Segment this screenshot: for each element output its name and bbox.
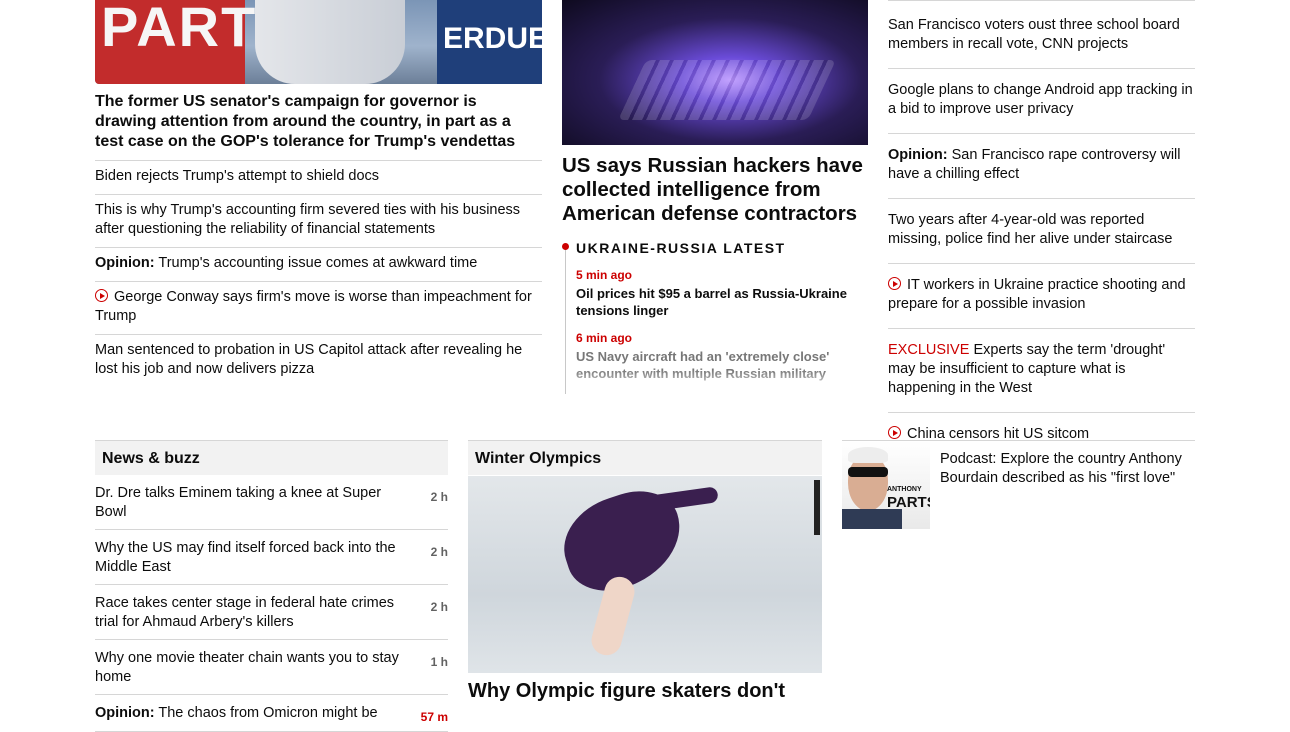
top-stories-column-center: US says Russian hackers have collected i…: [562, 0, 868, 394]
list-item[interactable]: San Francisco voters oust three school b…: [888, 1, 1195, 69]
opinion-label: Opinion:: [95, 705, 155, 721]
list-item[interactable]: Race takes center stage in federal hate …: [95, 585, 448, 640]
list-item[interactable]: Opinion: Trump's accounting issue comes …: [95, 248, 542, 282]
timeline-rail: [565, 248, 566, 394]
timestamp: 2 h: [430, 545, 448, 559]
olympic-headline-link[interactable]: Why Olympic figure skaters don't: [468, 679, 822, 703]
link-text-wrap[interactable]: Opinion: The chaos from Omicron might be: [95, 704, 405, 724]
keyboard-hacker-photo[interactable]: [562, 0, 868, 145]
feature-headline-link[interactable]: The former US senator's campaign for gov…: [95, 92, 542, 161]
timestamp: 2 h: [430, 600, 448, 614]
portrait-hair: [848, 447, 888, 463]
list-item[interactable]: Opinion: San Francisco rape controversy …: [888, 134, 1195, 199]
headline-list: San Francisco voters oust three school b…: [888, 1, 1195, 458]
banner-left-text: PART: [101, 0, 258, 58]
play-video-icon: [888, 277, 901, 290]
exclusive-label: EXCLUSIVE: [888, 342, 970, 358]
portrait-face: [848, 455, 888, 511]
winter-olympics-zone: Winter Olympics Why Olympic figure skate…: [468, 440, 822, 703]
list-item[interactable]: Opinion: The chaos from Omicron might be…: [95, 695, 448, 732]
live-updates-block: UKRAINE-RUSSIA LATEST 5 min ago Oil pric…: [562, 240, 868, 394]
list-item[interactable]: Why one movie theater chain wants you to…: [95, 640, 448, 695]
figure-skater-photo[interactable]: [468, 476, 822, 673]
list-item[interactable]: EXCLUSIVE Experts say the term 'drought'…: [888, 329, 1195, 413]
live-update-item[interactable]: 5 min ago Oil prices hit $95 a barrel as…: [576, 268, 868, 319]
list-item[interactable]: George Conway says firm's move is worse …: [95, 282, 542, 335]
photo-banner-left: PART: [95, 0, 255, 84]
live-updates-scroll[interactable]: 5 min ago Oil prices hit $95 a barrel as…: [576, 256, 868, 394]
banner-right-text: ERDUE: [443, 22, 542, 55]
link-text[interactable]: This is why Trump's accounting firm seve…: [95, 202, 520, 237]
photo-credit: [814, 480, 820, 535]
photo-person: [255, 0, 405, 84]
list-item[interactable]: IT workers in Ukraine practice shooting …: [888, 264, 1195, 329]
link-text[interactable]: Race takes center stage in federal hate …: [95, 594, 405, 632]
timestamp: 57 m: [420, 710, 448, 724]
play-video-icon: [95, 289, 108, 302]
list-item[interactable]: Google plans to change Android app track…: [888, 69, 1195, 134]
zone-title: Winter Olympics: [468, 440, 822, 475]
list-item[interactable]: Biden rejects Trump's attempt to shield …: [95, 161, 542, 195]
update-timestamp: 6 min ago: [576, 331, 633, 345]
update-text[interactable]: Oil prices hit $95 a barrel as Russia-Uk…: [576, 285, 868, 319]
list-item[interactable]: Why the US may find itself forced back i…: [95, 530, 448, 585]
portrait-shirt: [842, 509, 902, 529]
link-text[interactable]: George Conway says firm's move is worse …: [95, 289, 532, 324]
zone-title: News & buzz: [95, 440, 448, 475]
link-text[interactable]: Trump's accounting issue comes at awkwar…: [158, 255, 477, 271]
list-item[interactable]: Man sentenced to probation in US Capitol…: [95, 335, 542, 387]
news-buzz-zone: News & buzz Dr. Dre talks Eminem taking …: [95, 440, 448, 732]
related-links-list: Biden rejects Trump's attempt to shield …: [95, 161, 542, 387]
link-text[interactable]: IT workers in Ukraine practice shooting …: [888, 277, 1186, 312]
opinion-label: Opinion:: [95, 255, 155, 271]
top-stories-column-right: San Francisco voters oust three school b…: [888, 0, 1195, 458]
opinion-label: Opinion:: [888, 147, 948, 163]
portrait-glasses: [848, 467, 888, 477]
photo-brand-small: ANTHONY: [887, 486, 922, 493]
link-text[interactable]: Man sentenced to probation in US Capitol…: [95, 342, 522, 377]
bourdain-photo[interactable]: ANTHONY PARTS: [842, 441, 930, 529]
link-text[interactable]: Google plans to change Android app track…: [888, 82, 1193, 117]
top-stories-column-left: PART ERDUE The former US senator's campa…: [95, 0, 542, 387]
russian-hackers-headline-link[interactable]: US says Russian hackers have collected i…: [562, 154, 868, 226]
live-indicator-dot: [562, 243, 569, 250]
link-text[interactable]: The chaos from Omicron might be: [158, 705, 377, 721]
link-text[interactable]: Why the US may find itself forced back i…: [95, 539, 405, 577]
update-text[interactable]: US Navy aircraft had an 'extremely close…: [576, 348, 868, 382]
play-video-icon: [888, 426, 901, 439]
list-item[interactable]: Dr. Dre talks Eminem taking a knee at Su…: [95, 475, 448, 530]
link-text[interactable]: San Francisco voters oust three school b…: [888, 17, 1180, 52]
perdue-campaign-photo[interactable]: PART ERDUE: [95, 0, 542, 84]
list-item[interactable]: This is why Trump's accounting firm seve…: [95, 195, 542, 248]
photo-brand-large: PARTS: [887, 494, 930, 511]
podcast-card[interactable]: ANTHONY PARTS Podcast: Explore the count…: [842, 440, 1195, 529]
podcast-link-text[interactable]: Podcast: Explore the country Anthony Bou…: [930, 441, 1195, 529]
link-text[interactable]: Dr. Dre talks Eminem taking a knee at Su…: [95, 484, 405, 522]
timestamp: 2 h: [430, 490, 448, 504]
link-text[interactable]: Biden rejects Trump's attempt to shield …: [95, 168, 379, 184]
keyboard-glow: [618, 60, 836, 120]
link-text[interactable]: Two years after 4-year-old was reported …: [888, 212, 1173, 247]
live-update-item[interactable]: 6 min ago US Navy aircraft had an 'extre…: [576, 331, 868, 382]
live-updates-title-link[interactable]: UKRAINE-RUSSIA LATEST: [576, 240, 868, 256]
timestamp: 1 h: [430, 655, 448, 669]
link-text[interactable]: Why one movie theater chain wants you to…: [95, 649, 405, 687]
update-timestamp: 5 min ago: [576, 268, 633, 282]
list-item[interactable]: Two years after 4-year-old was reported …: [888, 199, 1195, 264]
photo-banner-right: ERDUE: [437, 0, 542, 84]
